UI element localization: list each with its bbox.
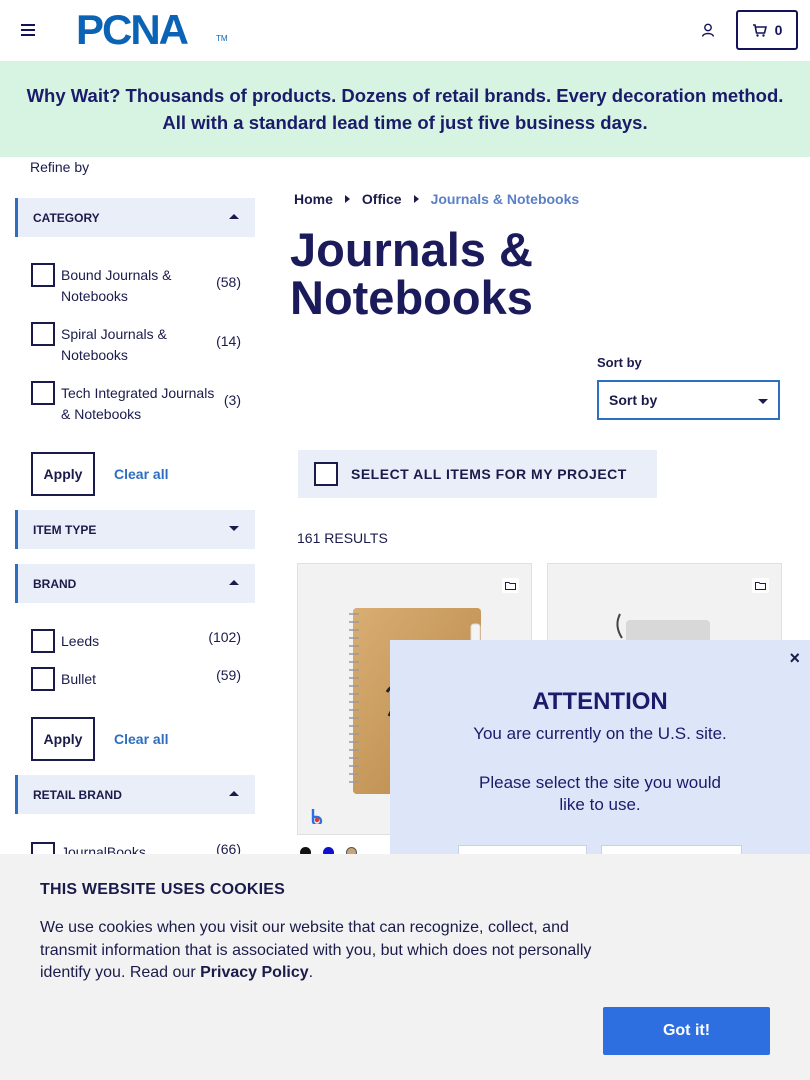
cart-icon bbox=[752, 23, 767, 37]
checkbox-tech-journals[interactable] bbox=[31, 381, 55, 405]
accept-cookies-button[interactable]: Got it! bbox=[603, 1007, 770, 1055]
facet-option-label: Leeds bbox=[61, 633, 100, 649]
checkbox-bound-journals[interactable] bbox=[31, 263, 55, 287]
facet-option-count: (58) bbox=[216, 274, 241, 290]
account-icon[interactable] bbox=[700, 22, 716, 38]
breadcrumb-home[interactable]: Home bbox=[294, 191, 333, 207]
brand-apply-button[interactable]: Apply bbox=[31, 717, 95, 761]
facet-option-label: Tech Integrated Journals & Notebooks bbox=[61, 385, 215, 422]
facet-item-type-header[interactable]: ITEM TYPE bbox=[15, 510, 255, 549]
cookie-banner: THIS WEBSITE USES COOKIES We use cookies… bbox=[0, 854, 810, 1080]
checkbox-leeds[interactable] bbox=[31, 629, 55, 653]
select-all-bar[interactable]: SELECT ALL ITEMS FOR MY PROJECT bbox=[298, 450, 657, 498]
chevron-up-icon bbox=[229, 580, 239, 585]
facet-option-label: Bullet bbox=[61, 671, 97, 687]
modal-title: ATTENTION bbox=[532, 688, 668, 715]
refine-label: Refine by bbox=[30, 159, 90, 175]
breadcrumb-separator-icon bbox=[344, 195, 350, 203]
facet-option-label: Bound Journals & Notebooks bbox=[61, 267, 172, 304]
site-selector-modal: × ATTENTION You are currently on the U.S… bbox=[390, 640, 810, 857]
sort-select[interactable]: Sort by bbox=[597, 380, 780, 420]
breadcrumb-current: Journals & Notebooks bbox=[430, 191, 580, 207]
results-count: 161 RESULTS bbox=[297, 530, 388, 546]
facet-retail-brand-header[interactable]: RETAIL BRAND bbox=[15, 775, 255, 814]
category-apply-button[interactable]: Apply bbox=[31, 452, 95, 496]
promo-banner: Why Wait? Thousands of products. Dozens … bbox=[0, 61, 810, 157]
promo-banner-text: Why Wait? Thousands of products. Dozens … bbox=[26, 85, 784, 133]
checkbox-spiral-journals[interactable] bbox=[31, 322, 55, 346]
facet-item-type-title: ITEM TYPE bbox=[33, 522, 97, 537]
chevron-up-icon bbox=[229, 791, 239, 796]
page-title: Journals & Notebooks bbox=[290, 223, 533, 324]
facet-option-count: (102) bbox=[208, 629, 241, 645]
facet-category-title: CATEGORY bbox=[33, 210, 100, 225]
chevron-down-icon bbox=[229, 526, 239, 531]
pcna-logo[interactable]: PCNA TM bbox=[76, 6, 228, 53]
chevron-down-icon bbox=[758, 399, 768, 404]
menu-icon[interactable] bbox=[21, 24, 35, 36]
cookie-body: We use cookies when you visit our websit… bbox=[40, 919, 592, 981]
cart-button[interactable]: 0 bbox=[736, 10, 798, 50]
select-all-label: SELECT ALL ITEMS FOR MY PROJECT bbox=[351, 466, 627, 482]
facet-retail-brand-title: RETAIL BRAND bbox=[33, 787, 122, 802]
logo-wordmark: PCNA bbox=[76, 6, 189, 53]
modal-select-site-text: Please select the site you would like to… bbox=[479, 773, 721, 814]
facet-option-label: Spiral Journals & Notebooks bbox=[61, 326, 167, 363]
site-header: PCNA TM 0 bbox=[0, 0, 810, 61]
brand-clear-link[interactable]: Clear all bbox=[114, 731, 168, 747]
facet-option-count: (3) bbox=[223, 392, 241, 408]
modal-current-site-text: You are currently on the U.S. site. bbox=[473, 724, 727, 743]
cookie-period: . bbox=[308, 964, 314, 981]
breadcrumb: Home Office Journals & Notebooks bbox=[294, 191, 579, 207]
add-to-project-icon[interactable] bbox=[502, 578, 519, 593]
select-all-checkbox[interactable] bbox=[314, 462, 338, 486]
facet-category-header[interactable]: CATEGORY bbox=[15, 198, 255, 237]
facet-option-count: (59) bbox=[216, 667, 241, 683]
cookie-title: THIS WEBSITE USES COOKIES bbox=[40, 881, 286, 898]
add-to-project-icon[interactable] bbox=[752, 578, 769, 593]
category-clear-link[interactable]: Clear all bbox=[114, 466, 168, 482]
chevron-up-icon bbox=[229, 214, 239, 219]
brand-badge-icon bbox=[311, 809, 323, 824]
facet-brand-title: BRAND bbox=[33, 576, 77, 591]
breadcrumb-separator-icon bbox=[413, 195, 419, 203]
breadcrumb-office[interactable]: Office bbox=[362, 191, 402, 207]
checkbox-bullet[interactable] bbox=[31, 667, 55, 691]
close-icon[interactable]: × bbox=[789, 648, 800, 669]
facet-brand-header[interactable]: BRAND bbox=[15, 564, 255, 603]
facet-option-count: (14) bbox=[216, 333, 241, 349]
cart-count: 0 bbox=[774, 22, 783, 38]
sort-select-value: Sort by bbox=[609, 392, 658, 408]
logo-trademark: TM bbox=[216, 34, 228, 43]
sort-label: Sort by bbox=[597, 355, 642, 370]
cookie-text: We use cookies when you visit our websit… bbox=[40, 917, 610, 985]
privacy-policy-link[interactable]: Privacy Policy bbox=[200, 964, 309, 981]
